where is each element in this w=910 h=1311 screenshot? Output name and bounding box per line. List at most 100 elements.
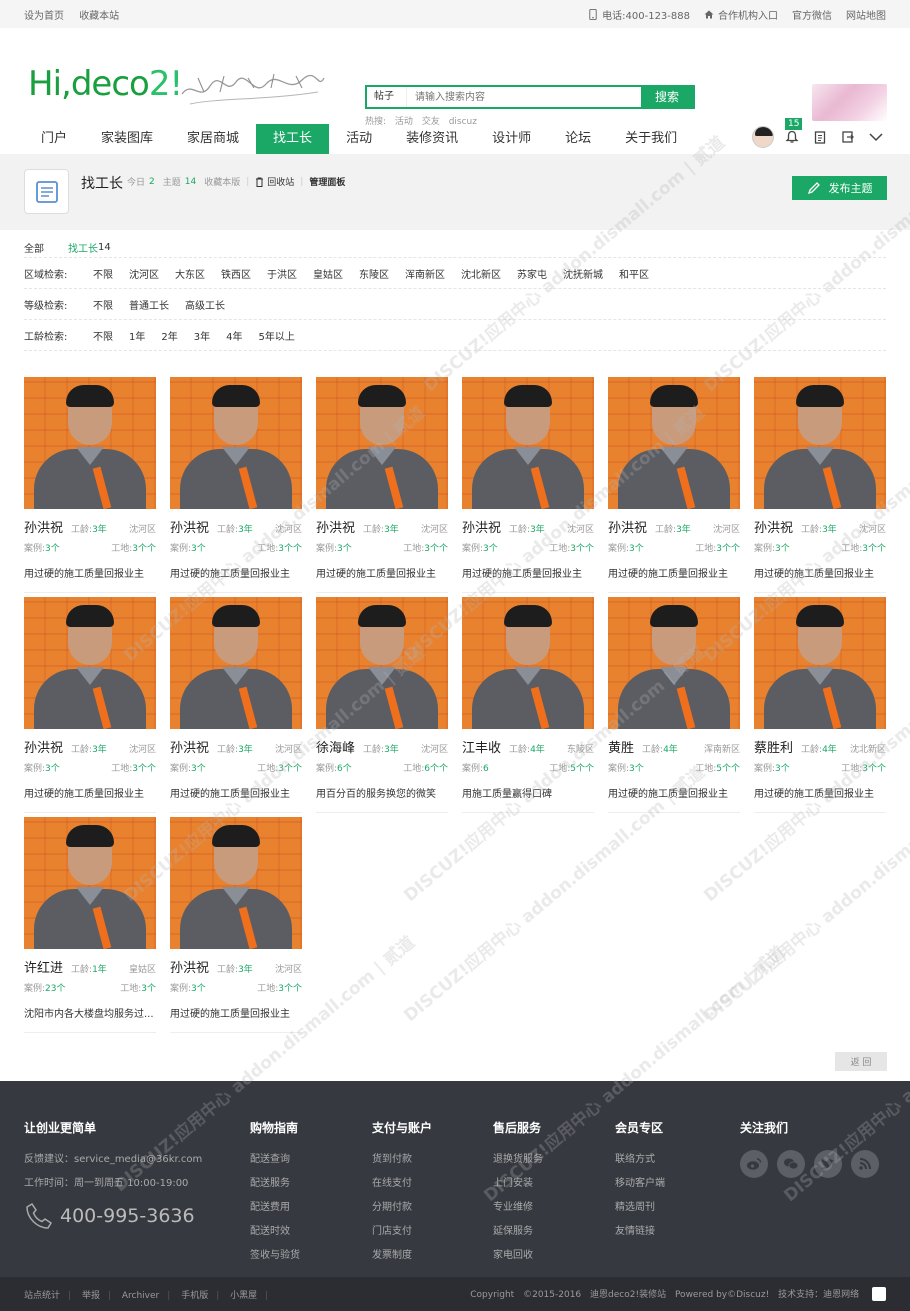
nav-item-events[interactable]: 活动 (329, 124, 389, 154)
footer-link[interactable]: 分期付款 (372, 1198, 432, 1213)
area-option[interactable]: 苏家屯 (517, 266, 547, 281)
footer-link[interactable]: 货到付款 (372, 1150, 432, 1165)
nav-item-forum[interactable]: 论坛 (548, 124, 608, 154)
set-homepage-link[interactable]: 设为首页 (24, 11, 64, 22)
foreman-card[interactable]: 孙洪祝 工龄:3年 沈河区 案例:3个 工地:3个个 用过硬的施工质量回报业主 (316, 377, 448, 593)
blacklist-link[interactable]: 小黑屋 (230, 1291, 257, 1301)
foreman-photo[interactable] (316, 377, 448, 509)
more-dropdown[interactable] (866, 127, 886, 147)
area-option[interactable]: 和平区 (619, 266, 649, 281)
footer-link[interactable]: 配送查询 (250, 1150, 300, 1165)
feedback-email[interactable]: 反馈建议：service_media@36kr.com (24, 1150, 202, 1165)
foreman-card[interactable]: 孙洪祝 工龄:3年 沈河区 案例:3个 工地:3个个 用过硬的施工质量回报业主 (170, 817, 302, 1033)
area-option[interactable]: 沈北新区 (461, 266, 501, 281)
foreman-card[interactable]: 孙洪祝 工龄:3年 沈河区 案例:3个 工地:3个个 用过硬的施工质量回报业主 (608, 377, 740, 593)
foreman-name[interactable]: 孙洪祝 (170, 517, 209, 536)
footer-link[interactable]: 移动客户端 (615, 1174, 665, 1189)
foreman-photo[interactable] (462, 377, 594, 509)
foreman-photo[interactable] (316, 597, 448, 729)
foreman-photo[interactable] (754, 377, 886, 509)
logout-button[interactable] (838, 127, 858, 147)
foreman-card[interactable]: 孙洪祝 工龄:3年 沈河区 案例:3个 工地:3个个 用过硬的施工质量回报业主 (754, 377, 886, 593)
foreman-photo[interactable] (170, 597, 302, 729)
level-option[interactable]: 普通工长 (129, 297, 169, 312)
foreman-photo[interactable] (170, 817, 302, 949)
foreman-card[interactable]: 江丰收 工龄:4年 东陵区 案例:6 工地:5个个 用施工质量赢得口碑 (462, 597, 594, 813)
weibo-icon[interactable] (740, 1150, 768, 1178)
back-to-top-button[interactable]: 返 回 (835, 1052, 887, 1071)
area-option[interactable]: 大东区 (175, 266, 205, 281)
nav-item-find-foreman[interactable]: 找工长 (256, 124, 330, 154)
foreman-card[interactable]: 蔡胜利 工龄:4年 沈北新区 案例:3个 工地:3个个 用过硬的施工质量回报业主 (754, 597, 886, 813)
footer-link[interactable]: 配送费用 (250, 1198, 300, 1213)
years-option[interactable]: 3年 (194, 328, 210, 343)
nav-item-about[interactable]: 关于我们 (608, 124, 694, 154)
mobile-link[interactable]: 手机版 (181, 1291, 208, 1301)
foreman-photo[interactable] (608, 377, 740, 509)
foreman-card[interactable]: 徐海峰 工龄:3年 沈河区 案例:6个 工地:6个个 用百分百的服务换您的微笑 (316, 597, 448, 813)
area-option[interactable]: 不限 (93, 266, 113, 281)
filter-active-category[interactable]: 找工长 (68, 240, 98, 255)
archiver-link[interactable]: Archiver (122, 1291, 159, 1301)
official-wechat-link[interactable]: 官方微信 (792, 7, 832, 22)
years-option[interactable]: 4年 (226, 328, 242, 343)
years-option[interactable]: 5年以上 (259, 328, 295, 343)
foreman-photo[interactable] (24, 377, 156, 509)
wechat-icon[interactable] (777, 1150, 805, 1178)
years-option[interactable]: 1年 (129, 328, 145, 343)
foreman-name[interactable]: 孙洪祝 (608, 517, 647, 536)
footer-link[interactable]: 门店支付 (372, 1222, 432, 1237)
site-logo[interactable]: Hi,deco2! (28, 64, 183, 104)
sitemap-link[interactable]: 网站地图 (846, 7, 886, 22)
foreman-name[interactable]: 孙洪祝 (462, 517, 501, 536)
foreman-photo[interactable] (24, 817, 156, 949)
foreman-name[interactable]: 孙洪祝 (24, 737, 63, 756)
foreman-photo[interactable] (608, 597, 740, 729)
level-option[interactable]: 高级工长 (185, 297, 225, 312)
foreman-name[interactable]: 孙洪祝 (170, 737, 209, 756)
area-option[interactable]: 东陵区 (359, 266, 389, 281)
foreman-card[interactable]: 孙洪祝 工龄:3年 沈河区 案例:3个 工地:3个个 用过硬的施工质量回报业主 (462, 377, 594, 593)
search-input[interactable] (407, 87, 641, 107)
footer-link[interactable]: 配送时效 (250, 1222, 300, 1237)
years-option[interactable]: 不限 (93, 328, 113, 343)
footer-link[interactable]: 退换货服务 (493, 1150, 543, 1165)
rss-icon[interactable] (851, 1150, 879, 1178)
footer-link[interactable]: 上门安装 (493, 1174, 543, 1189)
area-option[interactable]: 浑南新区 (405, 266, 445, 281)
foreman-name[interactable]: 孙洪祝 (754, 517, 793, 536)
support-link[interactable]: 技术支持：迪恩网络 (778, 1290, 859, 1300)
site-name-link[interactable]: 迪恩deco2!装修站 (590, 1290, 666, 1300)
notification-button[interactable]: 15 (782, 118, 803, 147)
foreman-photo[interactable] (754, 597, 886, 729)
foreman-name[interactable]: 徐海峰 (316, 737, 355, 756)
level-option[interactable]: 不限 (93, 297, 113, 312)
footer-link[interactable]: 联络方式 (615, 1150, 665, 1165)
user-avatar[interactable] (752, 126, 774, 148)
stats-badge-icon[interactable] (872, 1287, 886, 1302)
foreman-card[interactable]: 黄胜 工龄:4年 浑南新区 案例:3个 工地:5个个 用过硬的施工质量回报业主 (608, 597, 740, 813)
foreman-photo[interactable] (170, 377, 302, 509)
nav-item-portal[interactable]: 门户 (24, 124, 84, 154)
footer-link[interactable]: 在线支付 (372, 1174, 432, 1189)
years-option[interactable]: 2年 (161, 328, 177, 343)
nav-item-news[interactable]: 装修资讯 (389, 124, 475, 154)
foreman-card[interactable]: 孙洪祝 工龄:3年 沈河区 案例:3个 工地:3个个 用过硬的施工质量回报业主 (170, 377, 302, 593)
powered-by-link[interactable]: Powered by©Discuz! (675, 1290, 769, 1300)
footer-link[interactable]: 精选周刊 (615, 1198, 665, 1213)
tasks-button[interactable] (810, 127, 830, 147)
foreman-name[interactable]: 蔡胜利 (754, 737, 793, 756)
footer-link[interactable]: 家电回收 (493, 1246, 543, 1261)
bookmark-link[interactable]: 收藏本站 (79, 11, 119, 22)
stats-link[interactable]: 站点统计 (24, 1291, 60, 1301)
filter-all[interactable]: 全部 (24, 240, 44, 255)
report-link[interactable]: 举报 (82, 1291, 100, 1301)
footer-link[interactable]: 专业维修 (493, 1198, 543, 1213)
footer-link[interactable]: 延保服务 (493, 1222, 543, 1237)
search-button[interactable]: 搜索 (641, 87, 693, 107)
area-option[interactable]: 于洪区 (267, 266, 297, 281)
footer-link[interactable]: 发票制度 (372, 1246, 432, 1261)
header-ad-image[interactable] (812, 84, 887, 121)
twitter-icon[interactable] (814, 1150, 842, 1178)
foreman-name[interactable]: 黄胜 (608, 737, 634, 756)
